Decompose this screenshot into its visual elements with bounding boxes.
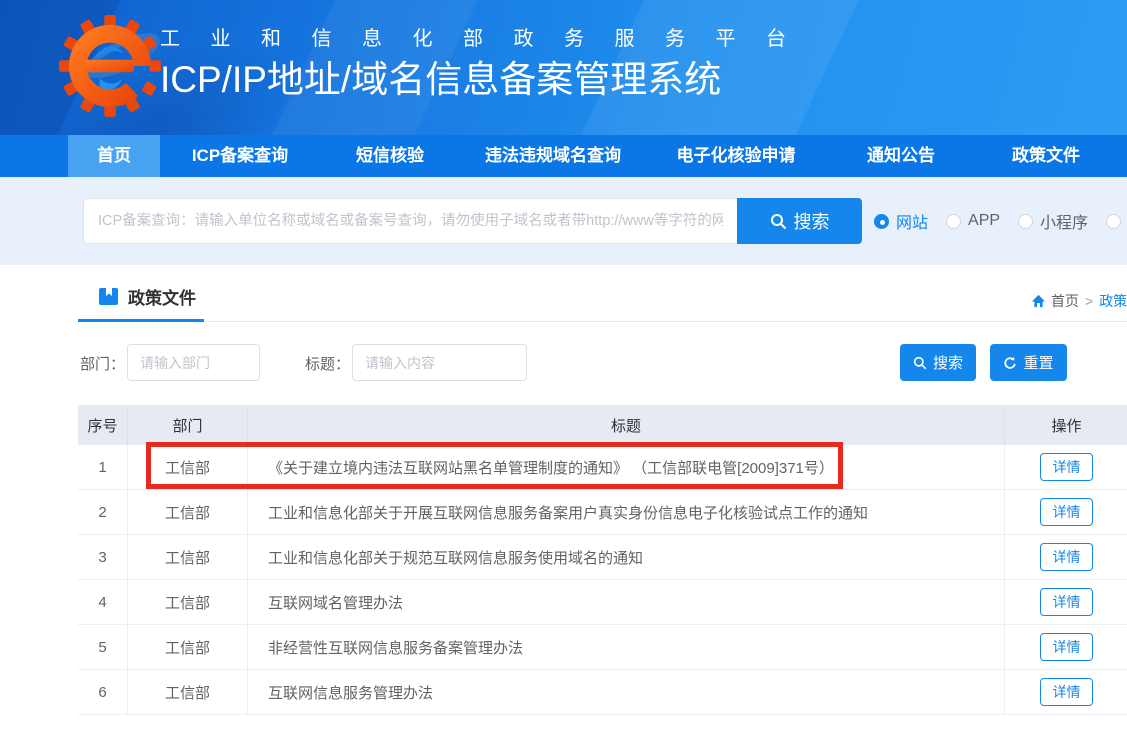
breadcrumb-separator: > [1085, 293, 1093, 309]
header-banner: 工业和信息化部政务服务平台 ICP/IP地址/域名信息备案管理系统 [0, 0, 1127, 135]
breadcrumb-current: 政策文件 [1099, 291, 1127, 311]
filter-reset-label: 重置 [1023, 352, 1053, 373]
nav-item-icp-query[interactable]: ICP备案查询 [160, 135, 320, 177]
row-dept: 工信部 [128, 625, 248, 670]
icp-search-button[interactable]: 搜索 [737, 198, 862, 244]
title-filter-input[interactable] [352, 344, 527, 381]
search-type-website[interactable]: 网站 [874, 209, 928, 233]
dept-filter-input[interactable] [127, 344, 260, 381]
filter-reset-button[interactable]: 重置 [990, 344, 1067, 381]
nav-item-sms-verify[interactable]: 短信核验 [320, 135, 460, 177]
table-row: 1 工信部 《关于建立境内违法互联网站黑名单管理制度的通知》 （工信部联电管[2… [78, 445, 1127, 490]
reset-refresh-icon [1003, 356, 1017, 370]
search-type-options: 网站 APP 小程序 快应用 [874, 177, 1127, 265]
table-row: 6 工信部 互联网信息服务管理办法 详情 [78, 670, 1127, 715]
row-title: 非经营性互联网信息服务备案管理办法 [248, 625, 1005, 670]
title-filter-label: 标题： [305, 353, 350, 374]
row-actions: 详情 [1005, 535, 1127, 580]
row-actions: 详情 [1005, 670, 1127, 715]
row-actions: 详情 [1005, 445, 1127, 490]
table-row: 4 工信部 互联网域名管理办法 详情 [78, 580, 1127, 625]
col-header-dept: 部门 [128, 405, 248, 445]
platform-title: 工业和信息化部政务服务平台 [160, 27, 817, 51]
row-dept: 工信部 [128, 490, 248, 535]
row-no: 5 [78, 625, 128, 670]
search-type-quickapp[interactable]: 快应用 [1106, 209, 1127, 233]
row-dept: 工信部 [128, 580, 248, 625]
table-row: 2 工信部 工业和信息化部关于开展互联网信息服务备案用户真实身份信息电子化核验试… [78, 490, 1127, 535]
row-no: 4 [78, 580, 128, 625]
page-title: 政策文件 [128, 284, 196, 309]
row-title: 工业和信息化部关于规范互联网信息服务使用域名的通知 [248, 535, 1005, 580]
detail-button[interactable]: 详情 [1040, 498, 1093, 526]
col-header-title: 标题 [248, 405, 1005, 445]
icp-search-input[interactable] [83, 198, 737, 244]
table-row: 5 工信部 非经营性互联网信息服务备案管理办法 详情 [78, 625, 1127, 670]
nav-item-e-verification[interactable]: 电子化核验申请 [646, 135, 826, 177]
search-type-label: 小程序 [1040, 209, 1088, 233]
search-type-label: 网站 [896, 209, 928, 233]
detail-button[interactable]: 详情 [1040, 633, 1093, 661]
system-title: ICP/IP地址/域名信息备案管理系统 [160, 58, 817, 102]
radio-icon [946, 214, 961, 229]
filter-search-label: 搜索 [933, 352, 963, 373]
row-title: 互联网信息服务管理办法 [248, 670, 1005, 715]
breadcrumb: 首页 > 政策文件 [1031, 291, 1127, 311]
detail-button[interactable]: 详情 [1040, 453, 1093, 481]
row-actions: 详情 [1005, 580, 1127, 625]
nav-item-policy-files[interactable]: 政策文件 [976, 135, 1116, 177]
table-header-row: 序号 部门 标题 操作 [78, 405, 1127, 445]
col-header-no: 序号 [78, 405, 128, 445]
row-no: 1 [78, 445, 128, 490]
row-dept: 工信部 [128, 670, 248, 715]
detail-button[interactable]: 详情 [1040, 588, 1093, 616]
header-titles: 工业和信息化部政务服务平台 ICP/IP地址/域名信息备案管理系统 [160, 27, 817, 102]
home-icon [1031, 294, 1046, 308]
icp-search-section: 搜索 网站 APP 小程序 快应用 [0, 177, 1127, 265]
policy-table: 序号 部门 标题 操作 1 工信部 《关于建立境内违法互联网站黑名单管理制度的通… [78, 405, 1127, 715]
nav-item-home[interactable]: 首页 [68, 135, 160, 177]
row-title: 《关于建立境内违法互联网站黑名单管理制度的通知》 （工信部联电管[2009]37… [248, 445, 1005, 490]
row-no: 3 [78, 535, 128, 580]
row-title: 工业和信息化部关于开展互联网信息服务备案用户真实身份信息电子化核验试点工作的通知 [248, 490, 1005, 535]
row-dept: 工信部 [128, 535, 248, 580]
radio-icon [1018, 214, 1033, 229]
table-row: 3 工信部 工业和信息化部关于规范互联网信息服务使用域名的通知 详情 [78, 535, 1127, 580]
radio-selected-icon [874, 214, 889, 229]
radio-icon [1106, 214, 1121, 229]
filter-search-button[interactable]: 搜索 [900, 344, 976, 381]
search-icon [770, 213, 787, 230]
row-no: 6 [78, 670, 128, 715]
nav-item-illegal-domain-query[interactable]: 违法违规域名查询 [460, 135, 646, 177]
search-type-app[interactable]: APP [946, 212, 1000, 230]
section-active-underline [78, 319, 204, 322]
section-header: 政策文件 [98, 284, 196, 309]
search-icon [913, 356, 927, 370]
section-divider [78, 321, 1127, 322]
dept-filter-label: 部门： [80, 353, 125, 374]
policy-book-icon [98, 286, 119, 307]
search-type-label: APP [968, 212, 1000, 230]
detail-button[interactable]: 详情 [1040, 543, 1093, 571]
search-type-miniprogram[interactable]: 小程序 [1018, 209, 1088, 233]
row-actions: 详情 [1005, 625, 1127, 670]
main-nav: 首页 ICP备案查询 短信核验 违法违规域名查询 电子化核验申请 通知公告 政策… [0, 135, 1127, 177]
nav-item-notices[interactable]: 通知公告 [826, 135, 976, 177]
row-actions: 详情 [1005, 490, 1127, 535]
row-title: 互联网域名管理办法 [248, 580, 1005, 625]
breadcrumb-home-label: 首页 [1051, 291, 1079, 311]
detail-button[interactable]: 详情 [1040, 678, 1093, 706]
row-dept: 工信部 [128, 445, 248, 490]
icp-search-button-label: 搜索 [794, 208, 830, 234]
breadcrumb-home[interactable]: 首页 [1031, 291, 1079, 311]
miit-gear-e-logo-icon [58, 14, 162, 118]
col-header-op: 操作 [1005, 405, 1127, 445]
row-no: 2 [78, 490, 128, 535]
